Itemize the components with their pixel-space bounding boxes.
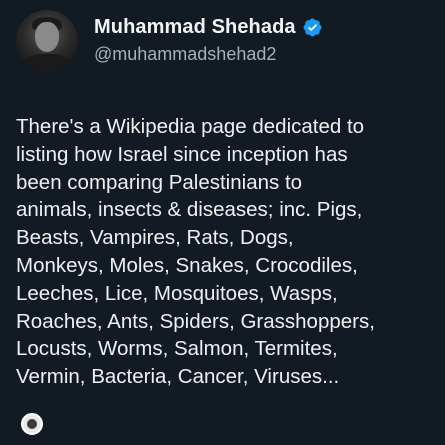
instagram-icon[interactable]	[21, 413, 43, 435]
post-text: There's a Wikipedia page dedicated to li…	[16, 113, 441, 391]
post-line: There's a Wikipedia page dedicated to	[16, 115, 365, 138]
instagram-icon-inner	[27, 419, 37, 429]
post-line: Roaches, Ants, Spiders, Grasshoppers,	[16, 309, 375, 333]
name-row: Muhammad Shehada	[94, 16, 323, 39]
post-line: been comparing Palestinians to	[16, 170, 303, 194]
avatar-shoulders	[22, 54, 72, 72]
author-handle[interactable]: @muhammadshehad2	[94, 44, 276, 65]
avatar-face	[35, 22, 59, 52]
post-card: Muhammad Shehada @muhammadshehad2 There'…	[0, 0, 445, 445]
post-line: Beasts, Vampires, Rats, Dogs,	[16, 226, 294, 250]
post-line: animals, insects & diseases; inc. Pigs,	[16, 198, 363, 222]
post-line: listing how Israel since inception has	[16, 142, 348, 166]
verified-badge-icon	[303, 18, 322, 37]
avatar[interactable]	[16, 10, 78, 72]
post-line: Locusts, Worms, Salmon, Termites,	[16, 337, 338, 361]
author-name[interactable]: Muhammad Shehada	[94, 16, 296, 39]
post-line: Monkeys, Moles, Snakes, Crocodiles,	[16, 253, 358, 277]
post-header: Muhammad Shehada @muhammadshehad2	[16, 10, 436, 74]
post-line: Leeches, Lice, Mosquitoes, Wasps,	[16, 281, 338, 305]
post-line: Vermin, Bacteria, Cancer, Viruses...	[16, 365, 340, 389]
